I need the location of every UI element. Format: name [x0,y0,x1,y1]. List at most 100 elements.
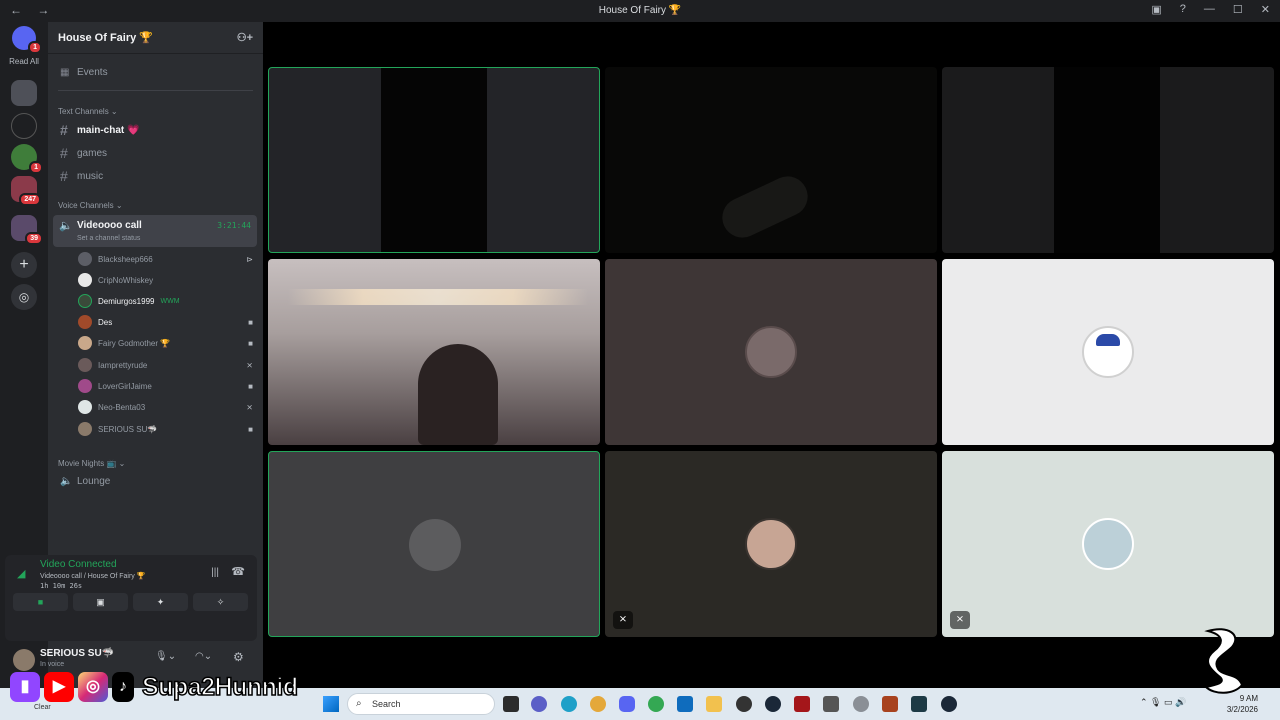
server-green[interactable]: 1 [11,144,43,174]
copilot-icon[interactable] [590,696,606,712]
tray-icons[interactable]: ⌃ 🎙 ▭ 🔊 [1140,697,1186,708]
taskbar-search[interactable]: ⌕ Search [347,693,495,715]
search-placeholder: Search [372,699,401,709]
channel-games[interactable]: # games [60,145,107,161]
camera-button[interactable]: ■ [13,593,68,611]
instagram-icon: ◎ [78,672,108,702]
video-feed [715,169,815,245]
adobe-icon[interactable] [794,696,810,712]
close-button[interactable]: ✕ [1261,3,1270,16]
mic-muted-icon: ⨯ [246,360,253,370]
channel-label: music [77,170,104,182]
channel-lounge[interactable]: 🔈 Lounge [60,476,110,487]
channel-music[interactable]: # music [60,168,103,184]
video-tile-avatar[interactable]: ⨯ [942,451,1274,637]
obs-icon[interactable] [736,696,752,712]
video-tile-avatar[interactable] [942,259,1274,445]
video-grid: ⨯ ⨯ [263,22,1280,688]
video-tile-dark[interactable] [605,67,937,253]
winrar-icon[interactable] [882,696,898,712]
server-badge: 1 [29,161,43,174]
avatar [78,315,92,329]
teams-icon[interactable] [531,696,547,712]
disconnect-icon[interactable]: ☎ [231,565,245,578]
category-voice-channels[interactable]: Voice Channels ⌄ [58,201,123,210]
channel-label: games [77,147,108,159]
avatar [78,273,92,287]
edge-icon[interactable] [561,696,577,712]
avatar [78,422,92,436]
connection-status[interactable]: Video Connected [40,559,117,570]
terminal-icon[interactable] [911,696,927,712]
voice-user[interactable]: LoverGirlJaime ■ [78,379,253,393]
steam-icon[interactable] [765,696,781,712]
guild-header[interactable]: House Of Fairy 🏆 ⚇+ [48,22,263,54]
mic-muted-icon: ⨯ [613,611,633,629]
voice-user[interactable]: Blacksheep666 ⊳ [78,252,253,266]
add-server-icon[interactable]: + [11,252,37,278]
video-tile-camera[interactable] [942,67,1274,253]
voice-user[interactable]: Fairy Godmother 🏆 ■ [78,336,253,350]
avatar [78,358,92,372]
voice-user[interactable]: CripNoWhiskey [78,273,253,287]
clock-date: 3/2/2026 [1226,705,1258,714]
category-text-channels[interactable]: Text Channels ⌄ [58,107,118,116]
avatar [745,518,797,570]
activities-button[interactable]: ✦ [133,593,188,611]
headset-icon[interactable]: ◠⌄ [195,651,212,662]
window-controls: ▣ ? — ☐ ✕ [1151,3,1270,16]
server-house-of-fairy[interactable] [11,80,37,106]
server-logo-2[interactable] [11,113,37,139]
video-tile-webcam[interactable] [268,259,600,445]
minimize-button[interactable]: — [1204,3,1215,16]
video-tile-avatar[interactable] [268,451,600,637]
start-button[interactable] [323,696,339,712]
settings-app-icon[interactable] [853,696,869,712]
guild-name: House Of Fairy 🏆 [58,32,153,44]
voice-user[interactable]: Iamprettyrude ⨯ [78,358,253,372]
screen-share-button[interactable]: ▣ [73,593,128,611]
channel-main-chat[interactable]: # main-chat 💗 [60,122,139,138]
file-explorer-icon[interactable] [706,696,722,712]
string-lights [288,289,588,305]
read-all-label[interactable]: Read All [2,57,46,66]
voice-user[interactable]: SERIOUS SU🦈 ■ [78,422,253,436]
server-folder-1[interactable]: 247 [11,176,41,206]
hash-icon: # [60,145,68,161]
voice-user[interactable]: Des ■ [78,315,253,329]
invite-icon[interactable]: ⚇+ [237,31,253,44]
mic-icon[interactable]: 🎙⌄ [155,651,176,662]
video-tile-avatar[interactable] [605,259,937,445]
channel-label: main-chat 💗 [77,124,140,136]
voice-user[interactable]: Demiurgos1999 WWM [78,294,253,308]
server-folder-2[interactable]: 39 [11,215,43,245]
hash-icon: # [60,168,68,184]
signal-icon: ◢ [17,568,26,580]
task-view-icon[interactable] [503,696,519,712]
video-tile-screen[interactable] [268,67,600,253]
soundboard-button[interactable]: ✧ [193,593,248,611]
steam-icon[interactable] [941,696,957,712]
inbox-icon[interactable]: ▣ [1151,3,1161,16]
channel-label: Lounge [77,476,111,487]
help-icon[interactable]: ? [1180,3,1186,16]
voice-user[interactable]: Neo-Benta03 ⨯ [78,400,253,414]
voice-channel-active[interactable]: 🔈 Videoooo call 3:21:44 Set a channel st… [53,215,257,247]
store-icon[interactable] [677,696,693,712]
camera-icon: ■ [248,381,253,391]
noise-suppression-icon[interactable]: ||| [211,567,219,578]
channel-status-link[interactable]: Set a channel status [77,235,140,242]
connection-channel[interactable]: Videoooo call / House Of Fairy 🏆 [40,572,145,580]
discord-taskbar-icon[interactable] [619,696,635,712]
nvidia-icon[interactable] [823,696,839,712]
stream-overlay: ▮ ▶ ◎ ♪ Supa2Hunnid [10,662,299,712]
speaker-icon: 🔈 [59,220,73,232]
maximize-button[interactable]: ☐ [1233,3,1243,16]
discover-icon[interactable]: ◎ [11,284,37,310]
events-item[interactable]: ▦ Events [60,67,108,78]
video-tile-avatar[interactable]: ⨯ [605,451,937,637]
server-badge: 39 [25,232,43,245]
category-movie-nights[interactable]: Movie Nights 📺 ⌄ [58,459,125,468]
discord-home-icon[interactable]: 1 [12,26,42,54]
chrome-icon[interactable] [648,696,664,712]
